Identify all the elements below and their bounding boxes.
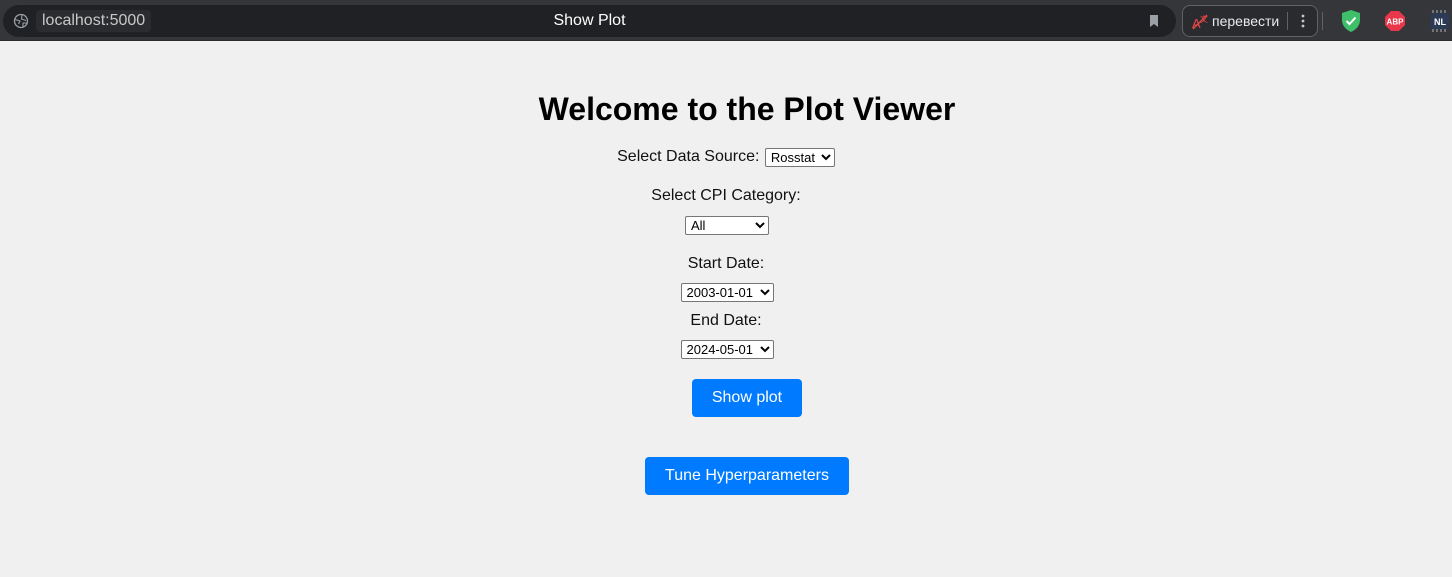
data-source-row: Select Data Source: Rosstat [0, 147, 1452, 167]
page-heading: Welcome to the Plot Viewer [538, 91, 956, 127]
translate-icon: A 文 [1192, 14, 1208, 31]
show-plot-button[interactable]: Show plot [692, 379, 802, 417]
site-info-icon[interactable] [13, 13, 29, 29]
url-text[interactable]: localhost:5000 [36, 10, 152, 32]
nl-extension-icon[interactable]: NL [1428, 9, 1452, 33]
bookmark-icon[interactable] [1146, 13, 1162, 29]
cpi-category-select[interactable]: All [685, 216, 769, 235]
cpi-category-label: Select CPI Category: [651, 187, 801, 204]
data-source-select[interactable]: Rosstat [764, 147, 835, 167]
browser-toolbar: localhost:5000 Show Plot A 文 перевести A… [0, 0, 1452, 41]
start-date-select[interactable]: 2003-01-01 [680, 283, 774, 302]
tune-hyperparameters-button[interactable]: Tune Hyperparameters [645, 457, 849, 495]
svg-text:NL: NL [1434, 17, 1446, 27]
more-options-icon[interactable] [1295, 12, 1311, 30]
page-title-bar: Show Plot [553, 12, 626, 29]
translate-label: перевести [1212, 13, 1280, 29]
address-bar[interactable]: localhost:5000 Show Plot [3, 5, 1176, 37]
cpi-category-row: All [0, 216, 1452, 235]
start-date-label: Start Date: [687, 255, 765, 272]
divider [1322, 12, 1323, 30]
page-content: Welcome to the Plot Viewer Select Data S… [0, 41, 1452, 577]
end-date-label: End Date: [690, 312, 762, 329]
end-date-row: 2024-05-01 [0, 340, 1452, 359]
data-source-label: Select Data Source: [617, 148, 760, 165]
svg-text:ABP: ABP [1387, 18, 1405, 27]
divider [1287, 12, 1288, 30]
translate-chip[interactable]: A 文 перевести [1182, 5, 1318, 37]
start-date-row: 2003-01-01 [0, 283, 1452, 302]
shield-extension-icon[interactable] [1340, 9, 1362, 33]
adblock-plus-icon[interactable]: ABP [1384, 10, 1406, 32]
end-date-select[interactable]: 2024-05-01 [680, 340, 774, 359]
